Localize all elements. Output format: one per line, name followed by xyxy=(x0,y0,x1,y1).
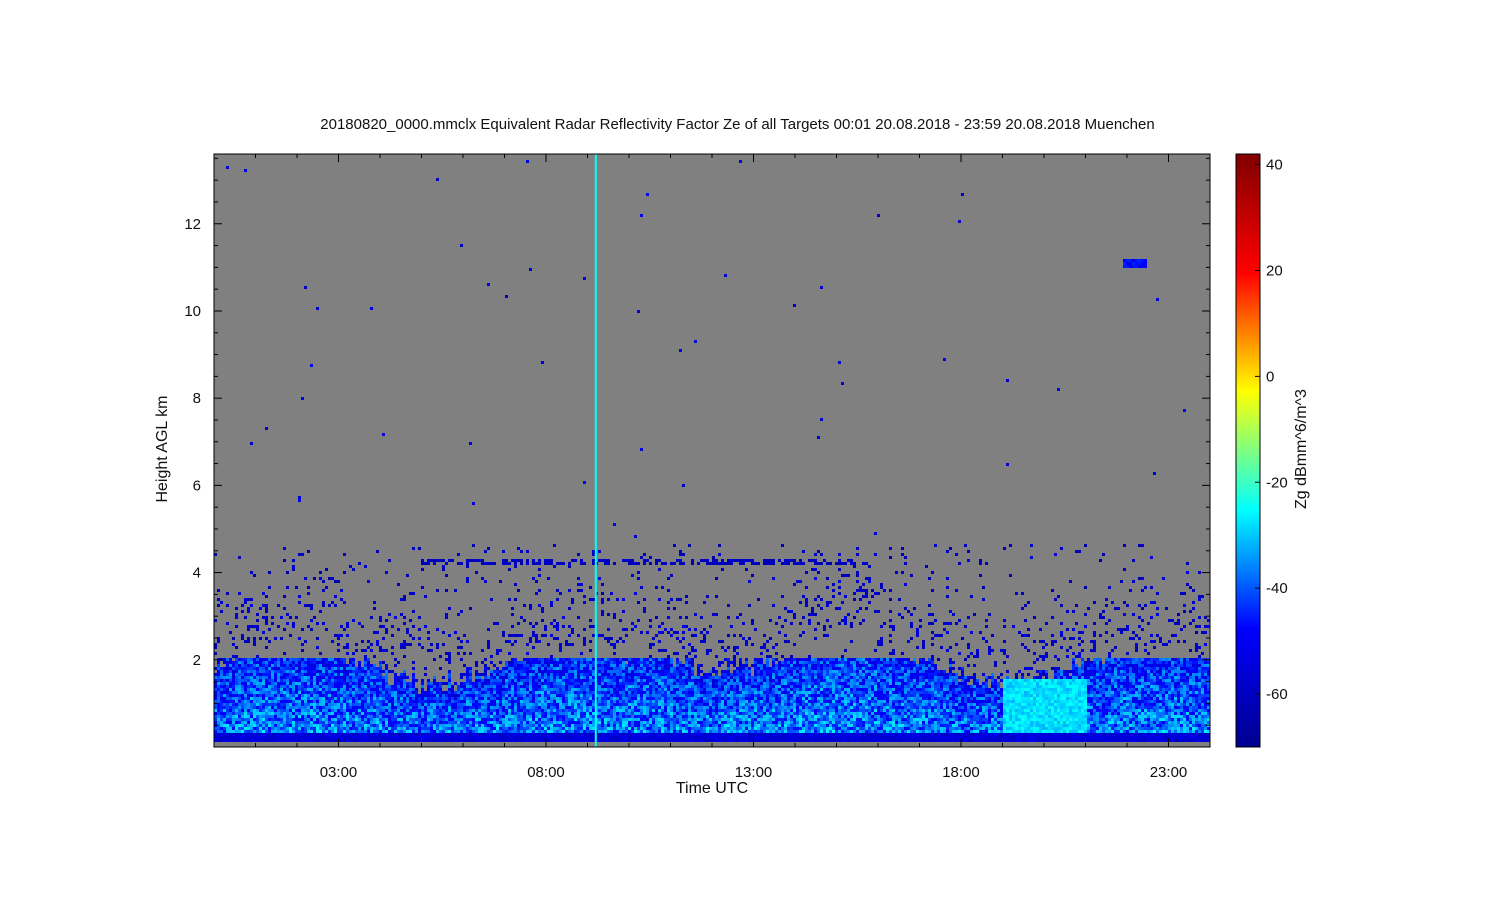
y-axis-label: Height AGL km xyxy=(154,395,171,503)
y-tick-label: 4 xyxy=(193,565,201,582)
y-tick-label: 12 xyxy=(184,216,201,233)
plot-area: 03:00 08:00 13:00 18:00 23:00 2 4 6 8 10 12 40 20 0… xyxy=(184,153,1288,781)
y-tick-label: 6 xyxy=(193,477,201,494)
vertical-streak xyxy=(594,154,597,747)
x-tick-label: 03:00 xyxy=(320,764,358,781)
colorbar-label: Zg dBmm^6/m^3 xyxy=(1293,389,1310,509)
y-tick-label: 8 xyxy=(193,390,201,407)
figure: 20180820_0000.mmclx Equivalent Radar Ref… xyxy=(0,0,1500,900)
x-axis-label: Time UTC xyxy=(675,780,749,797)
colorbar-tick-label: 40 xyxy=(1266,157,1283,174)
colorbar-tick-label: 0 xyxy=(1266,368,1274,385)
x-tick-label: 08:00 xyxy=(527,764,565,781)
y-tick-label: 10 xyxy=(184,303,201,320)
colorbar-tick-label: -60 xyxy=(1266,686,1288,703)
x-tick-label: 18:00 xyxy=(942,764,980,781)
x-tick-label: 13:00 xyxy=(735,764,773,781)
y-tick-label: 2 xyxy=(193,652,201,669)
x-tick-label: 23:00 xyxy=(1150,764,1188,781)
colorbar-tick-label: -20 xyxy=(1266,474,1288,491)
colorbar-tick-label: 20 xyxy=(1266,262,1283,279)
heatmap-background xyxy=(214,154,1210,747)
colorbar xyxy=(1235,153,1261,748)
colorbar-tick-label: -40 xyxy=(1266,580,1288,597)
